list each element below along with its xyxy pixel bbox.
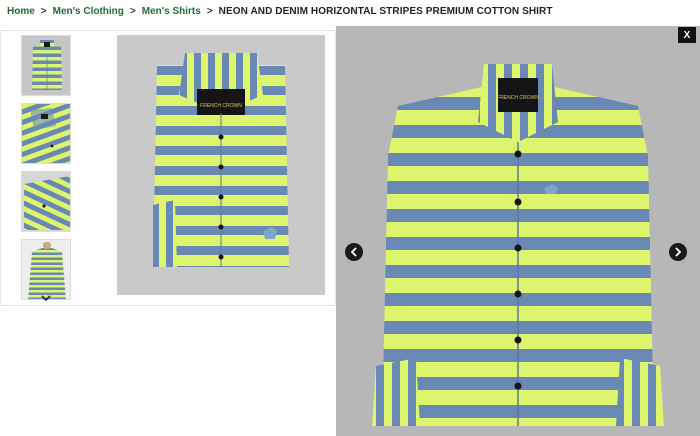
previous-image-button[interactable] xyxy=(345,243,363,261)
breadcrumb-mens-shirts-link[interactable]: Men's Shirts xyxy=(142,6,201,17)
product-gallery: FRENCH CROWN xyxy=(0,30,336,306)
brand-label: FRENCH CROWN xyxy=(497,95,539,101)
zoom-viewer: FRENCH CROWN X xyxy=(336,26,700,436)
next-image-button[interactable] xyxy=(669,243,687,261)
breadcrumb-separator: > xyxy=(40,5,47,17)
chevron-right-icon xyxy=(675,247,682,257)
chevron-down-icon xyxy=(41,294,51,301)
thumbnail-fabric-closeup[interactable] xyxy=(21,171,71,232)
thumbnail-folded-front[interactable] xyxy=(21,35,71,96)
breadcrumb-home-link[interactable]: Home xyxy=(7,6,35,17)
main-product-image[interactable]: FRENCH CROWN xyxy=(117,35,325,295)
product-title: NEON AND DENIM HORIZONTAL STRIPES PREMIU… xyxy=(218,5,553,17)
product-gallery-page: Home > Men's Clothing > Men's Shirts > N… xyxy=(0,0,700,436)
thumbnail-collar-closeup[interactable] xyxy=(21,103,71,164)
breadcrumb: Home > Men's Clothing > Men's Shirts > N… xyxy=(7,4,553,18)
brand-label: FRENCH CROWN xyxy=(200,103,242,109)
thumbnail-strip xyxy=(21,35,73,301)
breadcrumb-mens-clothing-link[interactable]: Men's Clothing xyxy=(53,6,124,17)
close-zoom-button[interactable]: X xyxy=(678,27,696,43)
breadcrumb-separator: > xyxy=(129,5,136,17)
zoomed-product-image[interactable]: FRENCH CROWN xyxy=(336,26,700,436)
thumbnail-scroll-down-button[interactable] xyxy=(37,291,55,305)
chevron-left-icon xyxy=(350,247,357,257)
breadcrumb-separator: > xyxy=(206,5,213,17)
